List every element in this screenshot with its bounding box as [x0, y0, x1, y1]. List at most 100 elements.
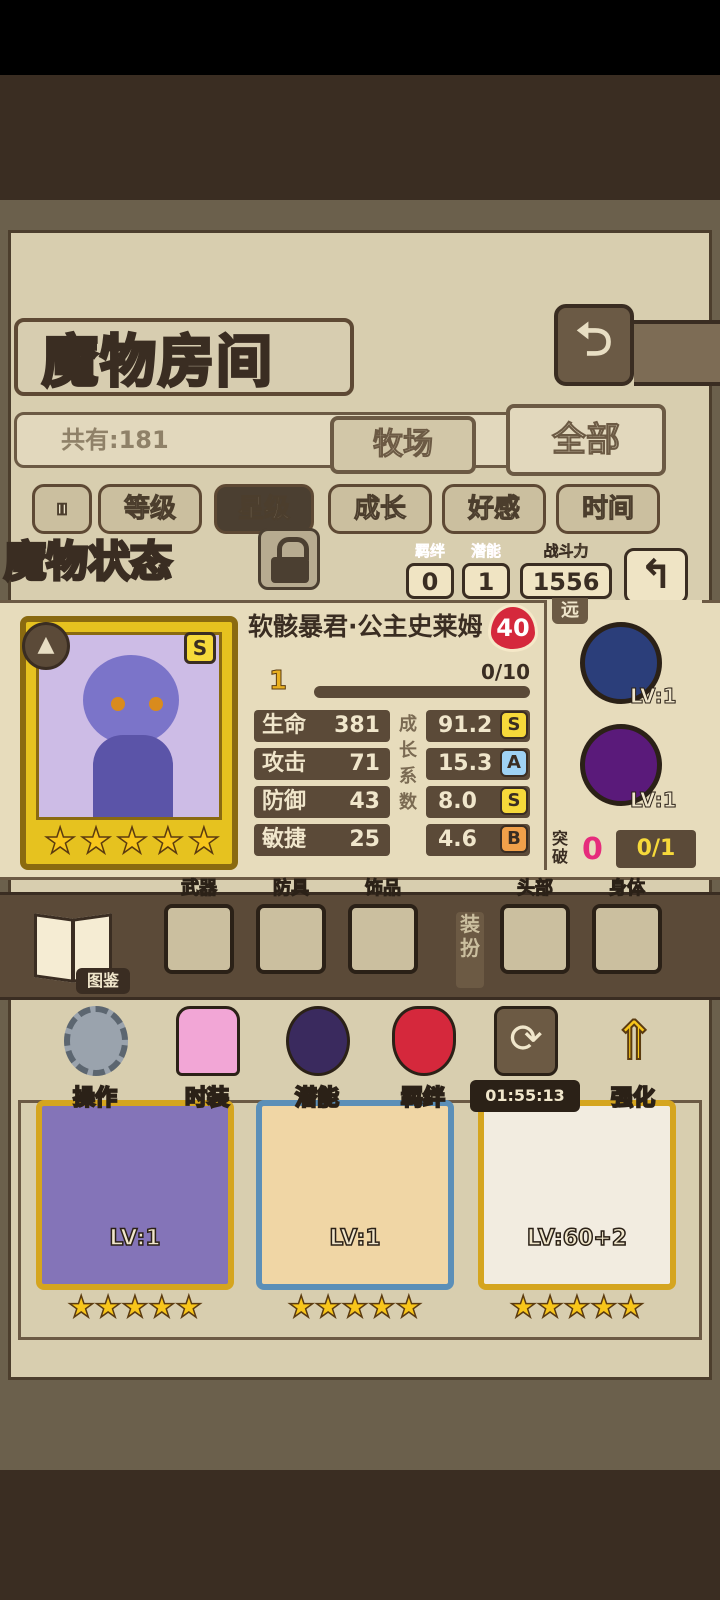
skill-level: LV:1 [629, 788, 677, 813]
header-side-strip [634, 320, 720, 386]
exp-bar [314, 686, 530, 698]
status-bar-area [0, 0, 720, 75]
stat-label: 防御 [262, 789, 307, 814]
body-slot-label: 身体 [609, 878, 646, 900]
star-icon: ★ [187, 820, 221, 863]
gear-icon [64, 1006, 128, 1076]
action-label: 羁绊 [400, 1085, 446, 1112]
page-title: 魔物房间 [41, 328, 274, 396]
monster-card[interactable]: LV:1 [36, 1100, 234, 1290]
growth-value: 91.2 [438, 713, 493, 738]
power-value: 1556 [520, 563, 612, 599]
growth-value: 15.3 [438, 751, 493, 776]
pause-icon: ⏸ [55, 494, 69, 525]
potential-button[interactable]: 潜能 [262, 1000, 372, 1120]
book-icon [34, 913, 74, 983]
growth-coefficient-label: 成长系数 [399, 714, 417, 813]
star-icon: ★ [43, 820, 77, 863]
tab-all[interactable]: 全部 [506, 404, 666, 476]
card-stars: ★★★★★ [509, 1289, 645, 1326]
stat-label: 攻击 [262, 751, 307, 776]
star-icon: ★ [151, 820, 185, 863]
power-counter: 战斗力 1556 [520, 540, 612, 599]
refresh-icon: ⟳ [494, 1006, 558, 1076]
stat-hp: 生命 381 [254, 710, 390, 742]
range-tag: 远 [552, 598, 588, 624]
sort-stars[interactable]: 星级 [214, 484, 314, 534]
growth-grade: S [500, 711, 528, 739]
stat-attack: 攻击 71 [254, 748, 390, 780]
return-arrow-icon: ↰ [639, 552, 673, 598]
growth-grade: B [500, 825, 528, 853]
bond-value: 0 [406, 563, 454, 599]
codex-label: 图鉴 [76, 968, 130, 994]
monster-card[interactable]: LV:60+2 [478, 1100, 676, 1290]
head-slot-label: 头部 [517, 878, 554, 900]
accessory-slot[interactable] [348, 904, 418, 974]
reset-button[interactable]: ⟳ 01:55:13 [470, 1000, 580, 1120]
monster-card[interactable]: LV:1 [256, 1100, 454, 1290]
bond-label: 羁绊 [414, 542, 446, 561]
growth-defense: 8.0 S [426, 786, 530, 818]
rank-badge: S [184, 632, 216, 664]
stat-value: 71 [349, 751, 380, 776]
head-slot[interactable] [500, 904, 570, 974]
fashion-button[interactable]: 时装 [152, 1000, 262, 1120]
accessory-slot-label: 饰品 [365, 878, 402, 900]
bond-button[interactable]: 羁绊 [368, 1000, 478, 1120]
sort-level[interactable]: 等级 [98, 484, 202, 534]
action-label: 强化 [610, 1085, 656, 1112]
growth-hp: 91.2 S [426, 710, 530, 742]
stat-value: 381 [334, 713, 380, 738]
cooldown-timer: 01:55:13 [470, 1080, 580, 1112]
enhance-button[interactable]: ⇑ 强化 [578, 1000, 688, 1120]
bond-exp-row: 1 0/10 [254, 660, 536, 700]
potential-label: 潜能 [470, 542, 502, 561]
growth-attack: 15.3 A [426, 748, 530, 780]
growth-grade: S [500, 787, 528, 815]
growth-value: 4.6 [438, 827, 477, 852]
back-button[interactable]: ⮌ [554, 304, 634, 386]
operate-button[interactable]: 操作 [40, 1000, 150, 1120]
action-row: 操作 时装 潜能 羁绊 ⟳ 01:55:13 ⇑ 强化 [0, 1000, 720, 1120]
status-title: 魔物状态 [2, 536, 173, 588]
card-level: LV:60+2 [526, 1225, 628, 1252]
background-bottom [0, 1470, 720, 1600]
character-head [83, 655, 179, 745]
demon-icon [286, 1006, 350, 1076]
armor-slot-label: 防具 [273, 878, 310, 900]
growth-agility: 4.6 B [426, 824, 530, 856]
star-icon: ★ [79, 820, 113, 863]
dress-up-label: 装扮 [456, 912, 484, 988]
bond-level-icon: 1 [268, 666, 288, 697]
upgrade-arrows-icon: ⇑ [610, 1008, 657, 1073]
breakthrough-value: 0 [582, 832, 603, 867]
back-arrow-icon: ⮌ [575, 312, 613, 366]
skill-level: LV:1 [629, 684, 677, 709]
sort-time[interactable]: 时间 [556, 484, 660, 534]
page-title-plate: 魔物房间 [14, 318, 354, 396]
pause-sort-button[interactable]: ⏸ [32, 484, 92, 534]
lock-button[interactable] [258, 528, 320, 590]
breakthrough-progress: 0/1 [616, 830, 696, 868]
stat-value: 25 [349, 827, 380, 852]
growth-grade: A [500, 749, 528, 777]
sort-affection[interactable]: 好感 [442, 484, 546, 534]
body-slot[interactable] [592, 904, 662, 974]
stat-defense: 防御 43 [254, 786, 390, 818]
sort-growth[interactable]: 成长 [328, 484, 432, 534]
close-status-button[interactable]: ↰ [624, 548, 688, 604]
action-label: 时装 [184, 1085, 230, 1112]
star-icon: ★ [115, 820, 149, 863]
tab-ranch[interactable]: 牧场 [330, 416, 476, 474]
exp-text: 0/10 [480, 660, 530, 684]
background-top [0, 75, 720, 200]
dress-icon [176, 1006, 240, 1076]
breakthrough-label: 突破 [552, 829, 569, 866]
bond-counter: 羁绊 0 [406, 540, 454, 599]
weapon-slot[interactable] [164, 904, 234, 974]
hearts-icon [392, 1006, 456, 1076]
armor-slot[interactable] [256, 904, 326, 974]
card-level: LV:1 [109, 1225, 162, 1252]
card-stars: ★★★★★ [67, 1289, 203, 1326]
